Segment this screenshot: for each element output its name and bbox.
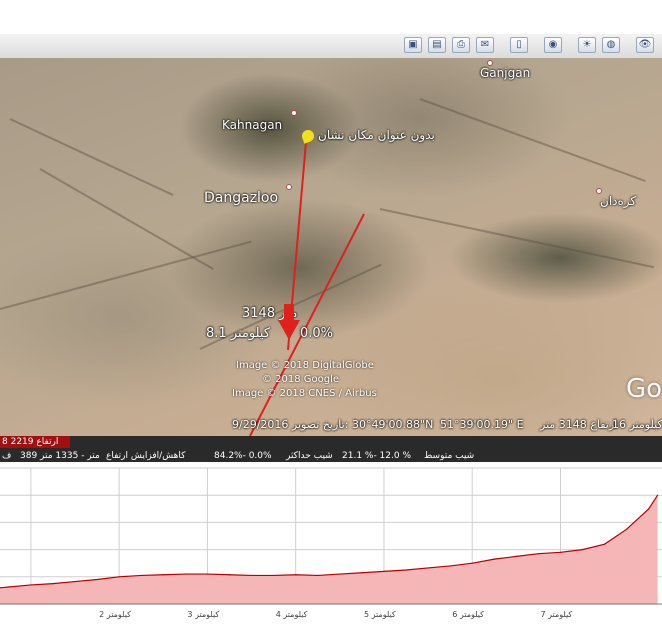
- gain-loss-label: کاهش/افزایش ارتفاع: [106, 451, 186, 461]
- place-karvan[interactable]: کره‌دان: [600, 194, 636, 208]
- stats-edge: ف: [2, 451, 12, 461]
- planet-icon[interactable]: ◉: [544, 37, 562, 53]
- profile-point: [140, 574, 142, 577]
- profile-point: [74, 580, 76, 583]
- elevation-profile[interactable]: 2 کیلومتر 3 کیلومتر 4 کیلومتر 5 کیلومتر 6 کی…: [0, 462, 662, 624]
- profile-point: [493, 558, 495, 560]
- profile-point: [162, 574, 164, 576]
- profile-point: [184, 573, 186, 575]
- place-kahnagan[interactable]: Kahnagan: [222, 118, 282, 132]
- latitude: 30°49'00.88"N: [352, 418, 434, 431]
- view-icon[interactable]: 👁: [636, 37, 654, 53]
- elevation-readout: 8 2219 ارتفاع: [0, 436, 70, 448]
- document-icon[interactable]: ▤: [428, 37, 446, 53]
- distance-label: 8.1 کیلومتر: [206, 326, 271, 341]
- pin-label[interactable]: بدون عنوان مکان نشان: [318, 128, 435, 142]
- place-dot: [291, 110, 297, 116]
- profile-point: [8, 586, 10, 588]
- x-tick-label: 7 کیلومتر: [540, 610, 573, 619]
- profile-point: [604, 543, 606, 545]
- cursor-elevation: ارتفاع 3148 متر: [540, 418, 618, 431]
- profile-point: [96, 578, 98, 581]
- profile-point: [648, 508, 650, 510]
- profile-point: [118, 576, 120, 578]
- longitude: 51°39'00.19" E: [440, 418, 524, 431]
- avg-slope-label: شیب متوسط: [424, 451, 475, 461]
- profile-point: [559, 551, 562, 553]
- x-tick-label: 2 کیلومتر: [99, 610, 131, 619]
- position-arrow-head: [278, 320, 300, 340]
- profile-point: [656, 494, 659, 496]
- profile-point: [537, 553, 540, 555]
- eye-altitude: 16 کیلومتر: [612, 418, 662, 431]
- profile-point: [295, 574, 297, 576]
- elevation-profile-chart[interactable]: [0, 462, 662, 624]
- profile-point: [427, 567, 429, 569]
- satellite-map[interactable]: Ganjgan Kahnagan Dangazloo بدون عنوان مک…: [0, 58, 662, 436]
- email-icon[interactable]: ✉: [476, 37, 494, 53]
- imagery-credit-2: © 2018 Google: [262, 374, 340, 385]
- toolbar: ▣ ▤ ⎙ ✉ ▯ ◉ ☀ ◍ 👁: [0, 34, 662, 59]
- x-tick-label: 5 کیلومتر: [363, 610, 396, 619]
- profile-point: [339, 573, 341, 575]
- google-logo: Go: [625, 374, 662, 404]
- avg-slope-value: 21.1 %- 12.0 %: [342, 451, 412, 461]
- max-slope-label: شیب حداکثر: [286, 451, 333, 461]
- x-tick-label: 4 کیلومتر: [275, 610, 308, 619]
- profile-point: [626, 528, 628, 530]
- profile-point: [52, 583, 54, 585]
- place-ganjgan[interactable]: Ganjgan: [480, 66, 530, 80]
- x-tick-label: 3 کیلومتر: [187, 610, 220, 619]
- max-slope-value: 84.2%- 0.0%: [214, 451, 272, 461]
- profile-point: [383, 570, 385, 572]
- imagery-credit-3: Image © 2018 CNES / Airbus: [232, 388, 377, 399]
- profile-point: [361, 572, 363, 574]
- profile-info-bar: 8 2219 ارتفاع ف 389 متر - 1335 متر کاهش/…: [0, 436, 662, 462]
- profile-stats: ف 389 متر - 1335 متر کاهش/افزایش ارتفاع …: [0, 450, 662, 462]
- profile-point: [405, 569, 407, 571]
- profile-point: [206, 573, 209, 575]
- place-dangazloo[interactable]: Dangazloo: [204, 190, 278, 206]
- path-line-b: [249, 213, 365, 436]
- elevation-range: 389 متر - 1335 متر: [20, 451, 100, 461]
- slope-label: 0.0%: [300, 326, 334, 341]
- profile-point: [515, 555, 517, 557]
- earth-icon[interactable]: ◍: [602, 37, 620, 53]
- profile-point: [449, 565, 451, 567]
- imagery-date: 9/29/2016 تاریخ تصویر:: [232, 418, 349, 431]
- sun-icon[interactable]: ☀: [578, 37, 596, 53]
- sidebar-icon[interactable]: ▯: [510, 37, 528, 53]
- profile-point: [273, 574, 275, 577]
- profile-point: [317, 574, 319, 577]
- imagery-credit-1: Image © 2018 DigitalGlobe: [236, 360, 374, 371]
- photo-icon[interactable]: ▣: [404, 37, 422, 53]
- x-tick-label: 6 کیلومتر: [452, 610, 484, 619]
- profile-point: [581, 549, 584, 551]
- place-dot: [286, 184, 292, 190]
- browser-top-area: [0, 0, 662, 34]
- profile-point: [471, 562, 473, 564]
- profile-point: [30, 584, 32, 586]
- profile-point: [228, 574, 231, 576]
- profile-point: [250, 574, 253, 577]
- print-icon[interactable]: ⎙: [452, 37, 470, 53]
